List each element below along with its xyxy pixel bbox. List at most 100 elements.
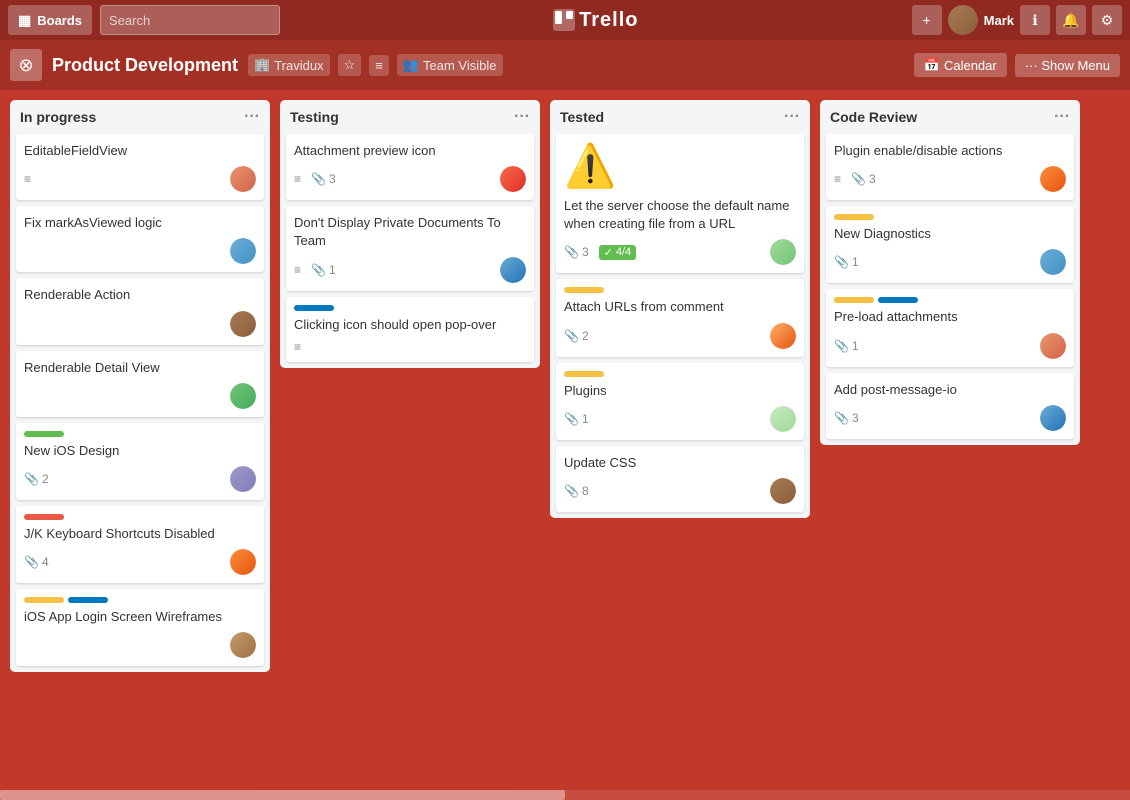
card-attachments: 📎8 <box>564 484 589 498</box>
board-header: ⊗ Product Development 🏢 Travidux ☆ ≡ 👥 T… <box>0 40 1130 90</box>
card[interactable]: Plugins 📎1 <box>556 363 804 440</box>
card-title: Renderable Detail View <box>24 359 256 377</box>
card[interactable]: Renderable Detail View <box>16 351 264 417</box>
card-meta: 📎3 <box>834 405 1066 431</box>
card[interactable]: Don't Display Private Documents To Team ≡… <box>286 206 534 290</box>
list-menu-code-review[interactable]: ··· <box>1054 108 1070 126</box>
team-name[interactable]: 🏢 Travidux <box>248 54 330 76</box>
card-meta: 📎2 <box>564 323 796 349</box>
warning-icon: ⚠️ <box>564 142 796 191</box>
star-button[interactable]: ☆ <box>338 54 362 76</box>
card-attachments: 📎1 <box>834 339 859 353</box>
boards-button[interactable]: ▦ Boards <box>8 5 92 35</box>
card[interactable]: EditableFieldView≡ <box>16 134 264 200</box>
attachment-count: 3 <box>869 172 876 186</box>
card-attachments: 📎3 <box>311 172 336 186</box>
visibility-button[interactable]: 👥 Team Visible <box>397 54 503 76</box>
card-meta <box>24 238 256 264</box>
card[interactable]: ⚠️Let the server choose the default name… <box>556 134 804 273</box>
attachment-count: 2 <box>582 329 589 343</box>
card[interactable]: New iOS Design 📎2 <box>16 423 264 500</box>
card-label-row <box>24 597 256 603</box>
list-cards-in-progress: EditableFieldView≡Fix markAsViewed logic… <box>10 134 270 672</box>
card[interactable]: Add post-message-io📎3 <box>826 373 1074 439</box>
settings-button[interactable]: ⚙ <box>1092 5 1122 35</box>
card-meta-left: 📎2 <box>24 472 49 486</box>
card-title: Plugins <box>564 382 796 400</box>
card-attachments: 📎3 <box>564 245 589 259</box>
card-attachments: 📎2 <box>24 472 49 486</box>
card-avatar <box>500 257 526 283</box>
card-title: Attach URLs from comment <box>564 298 796 316</box>
card-meta-left: 📎4 <box>24 555 49 569</box>
card[interactable]: J/K Keyboard Shortcuts Disabled📎4 <box>16 506 264 583</box>
list-in-progress: In progress ··· EditableFieldView≡Fix mark… <box>10 100 270 672</box>
card-attachments: 📎2 <box>564 329 589 343</box>
card[interactable]: Attach URLs from comment 📎2 <box>556 279 804 356</box>
visibility-label: Team Visible <box>423 58 496 73</box>
attachment-count: 1 <box>852 255 859 269</box>
card-title: New iOS Design <box>24 442 256 460</box>
checklist-count: 4/4 <box>616 246 631 258</box>
card-checklist-badge: ✓4/4 <box>599 245 637 260</box>
card-title: Attachment preview icon <box>294 142 526 160</box>
card-meta-left: ≡📎1 <box>294 263 336 277</box>
card[interactable]: Clicking icon should open pop-over≡ <box>286 297 534 362</box>
paperclip-icon: 📎 <box>834 411 849 425</box>
paperclip-icon: 📎 <box>564 484 579 498</box>
board-logo-symbol: ⊗ <box>18 55 33 76</box>
list-cards-code-review: Plugin enable/disable actions≡📎3New Diag… <box>820 134 1080 445</box>
card-avatar <box>230 549 256 575</box>
card-meta <box>24 632 256 658</box>
card[interactable]: iOS App Login Screen Wireframes <box>16 589 264 666</box>
card[interactable]: New Diagnostics📎1 <box>826 206 1074 283</box>
add-button[interactable]: + <box>912 5 942 35</box>
notifications-button[interactable]: 🔔 <box>1056 5 1086 35</box>
label-yellow <box>834 297 874 303</box>
label-yellow <box>834 214 874 220</box>
card-desc-icon: ≡ <box>834 172 841 186</box>
list-menu-testing[interactable]: ··· <box>514 108 530 126</box>
card[interactable]: Plugin enable/disable actions≡📎3 <box>826 134 1074 200</box>
user-menu-button[interactable]: Mark <box>948 5 1014 35</box>
card-meta: 📎1 <box>564 406 796 432</box>
card-attachments: 📎1 <box>564 412 589 426</box>
show-menu-button[interactable]: ··· Show Menu <box>1015 54 1120 77</box>
card-meta-left: ≡📎3 <box>294 172 336 186</box>
card-title: Clicking icon should open pop-over <box>294 316 526 334</box>
list-menu-in-progress[interactable]: ··· <box>244 108 260 126</box>
search-input[interactable] <box>100 5 280 35</box>
card-avatar <box>770 323 796 349</box>
card-avatar <box>1040 333 1066 359</box>
board-logo: ⊗ <box>10 49 42 81</box>
calendar-label: Calendar <box>944 58 997 73</box>
top-nav: ▦ Boards Trello + Mark ℹ 🔔 ⚙ <box>0 0 1130 40</box>
card-meta-left: 📎3 ✓4/4 <box>564 245 636 260</box>
paperclip-icon: 📎 <box>564 245 579 259</box>
label-blue <box>294 305 334 311</box>
bottom-scrollbar[interactable] <box>0 790 1130 800</box>
calendar-button[interactable]: 📅 Calendar <box>914 53 1007 77</box>
card-meta: 📎3 ✓4/4 <box>564 239 796 265</box>
card[interactable]: Attachment preview icon ≡📎3 <box>286 134 534 200</box>
card-avatar <box>230 238 256 264</box>
trello-logo: Trello <box>553 9 638 32</box>
attachment-count: 3 <box>852 411 859 425</box>
card[interactable]: Renderable Action <box>16 278 264 344</box>
list-title-in-progress: In progress <box>20 109 96 125</box>
card-meta-left: ≡ <box>24 172 31 186</box>
team-icon: 🏢 <box>254 57 270 73</box>
card[interactable]: Fix markAsViewed logic <box>16 206 264 272</box>
card[interactable]: Update CSS📎8 <box>556 446 804 512</box>
card[interactable]: Pre-load attachments📎1 <box>826 289 1074 366</box>
card-avatar <box>770 239 796 265</box>
attachment-count: 3 <box>329 172 336 186</box>
list-code-review: Code Review···Plugin enable/disable acti… <box>820 100 1080 445</box>
list-menu-tested[interactable]: ··· <box>784 108 800 126</box>
card-title: Don't Display Private Documents To Team <box>294 214 526 250</box>
card-meta <box>24 311 256 337</box>
card-attachments: 📎1 <box>311 263 336 277</box>
menu-button[interactable]: ≡ <box>369 55 389 76</box>
card-label-row <box>834 297 1066 303</box>
help-button[interactable]: ℹ <box>1020 5 1050 35</box>
